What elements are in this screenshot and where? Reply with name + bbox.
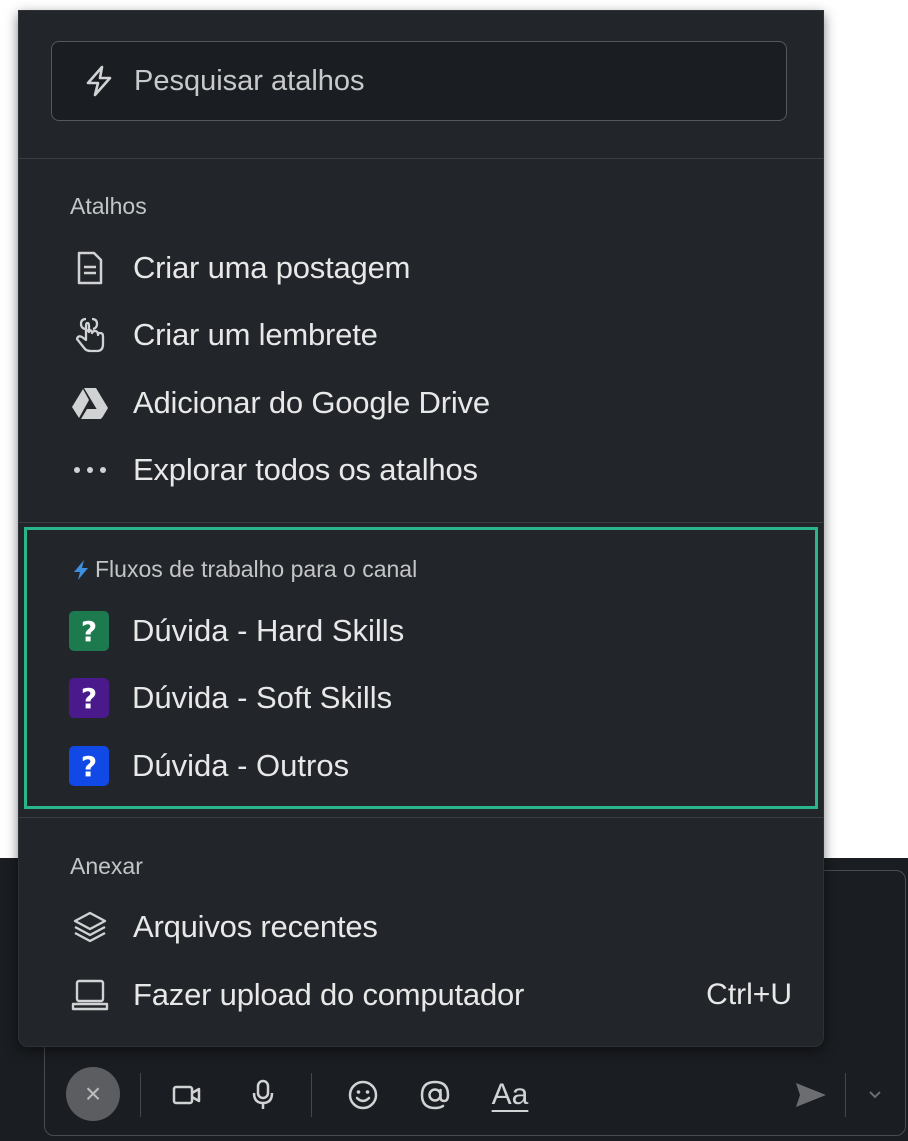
send-options-button[interactable] <box>857 1073 893 1117</box>
shortcut-create-post[interactable]: Criar uma postagem <box>70 238 810 298</box>
toolbar-divider <box>311 1073 312 1117</box>
workflows-heading: Fluxos de trabalho para o canal <box>71 556 417 583</box>
format-label: Aa <box>491 1078 529 1111</box>
workflow-soft-skills[interactable]: ? Dúvida - Soft Skills <box>69 673 392 723</box>
workflow-bolt-icon <box>71 559 91 581</box>
keyboard-shortcut: Ctrl+U <box>706 978 792 1011</box>
shortcut-google-drive[interactable]: Adicionar do Google Drive <box>70 373 810 433</box>
attach-label: Arquivos recentes <box>133 909 378 944</box>
reminder-hand-icon <box>70 315 110 355</box>
divider <box>19 522 823 523</box>
shortcut-create-reminder[interactable]: Criar um lembrete <box>70 305 810 365</box>
shortcuts-popup: Atalhos Criar uma postagem Criar um lemb… <box>18 10 824 1047</box>
shortcuts-heading: Atalhos <box>70 193 147 219</box>
layers-icon <box>70 907 110 947</box>
google-drive-icon <box>70 383 110 423</box>
more-dots-icon <box>70 450 110 490</box>
audio-clip-button[interactable] <box>241 1073 285 1117</box>
shortcut-label: Explorar todos os atalhos <box>133 452 478 487</box>
close-shortcuts-button[interactable]: × <box>66 1067 120 1121</box>
toolbar-divider <box>140 1073 141 1117</box>
send-button[interactable] <box>789 1073 833 1117</box>
workflow-label: Dúvida - Outros <box>132 748 350 783</box>
divider <box>19 158 823 159</box>
emoji-button[interactable] <box>341 1073 385 1117</box>
video-camera-icon <box>172 1085 201 1105</box>
shortcut-explore-all[interactable]: Explorar todos os atalhos <box>70 440 810 500</box>
question-mark-icon: ? <box>69 611 109 651</box>
emoji-smile-icon <box>348 1080 378 1110</box>
composer-toolbar: × Aa <box>45 1047 905 1127</box>
attach-upload-computer[interactable]: Fazer upload do computador Ctrl+U <box>70 965 810 1025</box>
question-mark-icon: ? <box>69 678 109 718</box>
shortcut-label: Criar uma postagem <box>133 250 411 285</box>
shortcuts-search-input[interactable] <box>134 64 774 98</box>
attach-label: Fazer upload do computador <box>133 977 525 1012</box>
question-mark-icon: ? <box>69 746 109 786</box>
workflow-label: Dúvida - Soft Skills <box>132 680 393 715</box>
workflow-others[interactable]: ? Dúvida - Outros <box>69 741 349 791</box>
microphone-icon <box>252 1079 274 1109</box>
attach-recent-files[interactable]: Arquivos recentes <box>70 897 810 957</box>
workflow-label: Dúvida - Hard Skills <box>132 613 405 648</box>
workflow-hard-skills[interactable]: ? Dúvida - Hard Skills <box>69 606 404 656</box>
close-icon: × <box>84 1078 102 1109</box>
document-icon <box>70 248 110 288</box>
video-clip-button[interactable] <box>165 1073 209 1117</box>
shortcut-label: Adicionar do Google Drive <box>133 385 490 420</box>
shortcuts-search-box[interactable] <box>51 41 787 121</box>
divider <box>19 817 823 818</box>
shortcut-label: Criar um lembrete <box>133 317 378 352</box>
send-arrow-icon <box>796 1083 826 1107</box>
toolbar-divider <box>845 1073 846 1117</box>
workflows-heading-text: Fluxos de trabalho para o canal <box>95 556 418 582</box>
chevron-down-icon <box>869 1091 881 1099</box>
mention-button[interactable] <box>413 1073 457 1117</box>
formatting-button[interactable]: Aa <box>485 1073 535 1117</box>
at-sign-icon <box>420 1080 450 1110</box>
attach-heading: Anexar <box>70 853 143 879</box>
laptop-icon <box>70 975 110 1015</box>
workflows-section: Fluxos de trabalho para o canal ? Dúvida… <box>24 527 818 809</box>
lightning-bolt-icon <box>82 64 116 98</box>
